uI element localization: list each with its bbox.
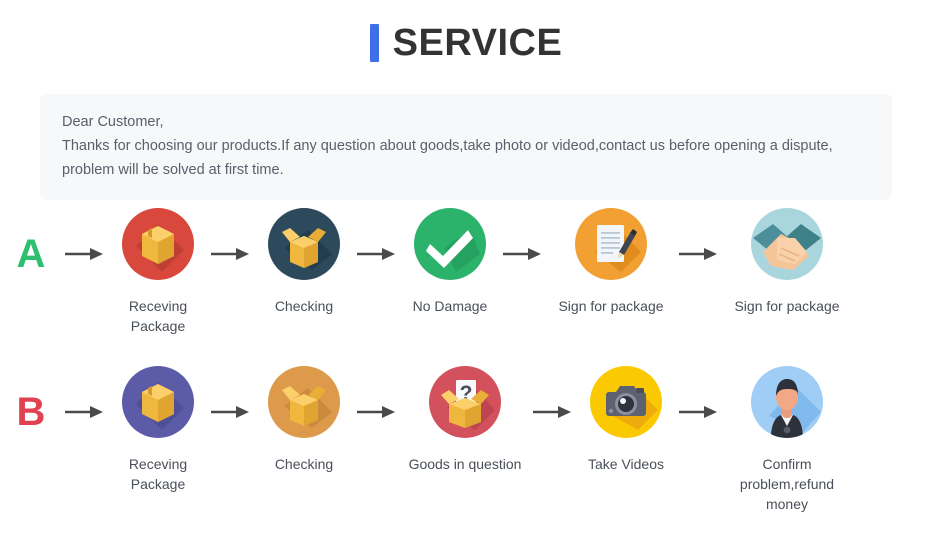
open-box-icon <box>268 366 340 438</box>
person-icon <box>751 366 823 438</box>
flow-step-label: Confirm problem,refund money <box>739 456 835 512</box>
flow-step-label: Sign for package <box>558 298 664 314</box>
title-accent-bar <box>369 24 379 62</box>
closed-box-icon <box>122 208 194 280</box>
flow-step-a1: Receving Package <box>108 208 208 336</box>
flow-step-label: No Damage <box>412 298 488 314</box>
arrow-right-icon <box>354 366 400 420</box>
flow-step-a2: Checking <box>254 208 354 316</box>
flow-step-b4: Take Videos <box>576 366 676 474</box>
flow-row-a: A Receving Package Checking No Damage Si… <box>0 208 932 336</box>
camera-icon <box>590 366 662 438</box>
flow-step-label: Receving Package <box>128 456 188 492</box>
flow-step-label: Checking <box>274 298 334 314</box>
arrow-right-icon <box>676 366 722 420</box>
closed-box-icon <box>122 366 194 438</box>
flow-step-label: Checking <box>274 456 334 472</box>
flow-step-label: Sign for package <box>734 298 840 314</box>
check-mark-icon <box>414 208 486 280</box>
arrow-right-icon <box>62 208 108 262</box>
flow-step-b2: Checking <box>254 366 354 474</box>
flow-step-b5: Confirm problem,refund money <box>722 366 852 514</box>
arrow-right-icon <box>62 366 108 420</box>
page-title: SERVICE <box>0 0 932 62</box>
flow-step-a5: Sign for package <box>722 208 852 316</box>
open-box-icon <box>268 208 340 280</box>
document-pen-icon <box>575 208 647 280</box>
notice-line-2: Thanks for choosing our products.If any … <box>62 138 833 154</box>
flow-label-b: B <box>16 390 46 434</box>
arrow-right-icon <box>676 208 722 262</box>
notice-line-3: problem will be solved at first time. <box>62 162 284 178</box>
flow-step-label: Goods in question <box>408 456 522 472</box>
arrow-right-icon <box>208 366 254 420</box>
flow-step-a4: Sign for package <box>546 208 676 316</box>
flow-row-b: B Receving Package Checking ? Goods in q… <box>0 366 932 514</box>
flow-step-b1: Receving Package <box>108 366 208 494</box>
flow-step-a3: No Damage <box>400 208 500 316</box>
service-page: SERVICE Dear Customer, Thanks for choosi… <box>0 0 932 550</box>
notice-line-1: Dear Customer, <box>62 114 164 130</box>
customer-notice: Dear Customer, Thanks for choosing our p… <box>40 94 892 200</box>
arrow-right-icon <box>530 366 576 420</box>
flow-label-a: A <box>16 232 46 276</box>
question-box-icon: ? <box>429 366 501 438</box>
flow-step-label: Receving Package <box>128 298 188 334</box>
arrow-right-icon <box>354 208 400 262</box>
flow-step-label: Take Videos <box>587 456 664 472</box>
flow-step-b3: ? Goods in question <box>400 366 530 474</box>
arrow-right-icon <box>500 208 546 262</box>
handshake-icon <box>751 208 823 280</box>
arrow-right-icon <box>208 208 254 262</box>
page-title-text: SERVICE <box>392 22 563 64</box>
